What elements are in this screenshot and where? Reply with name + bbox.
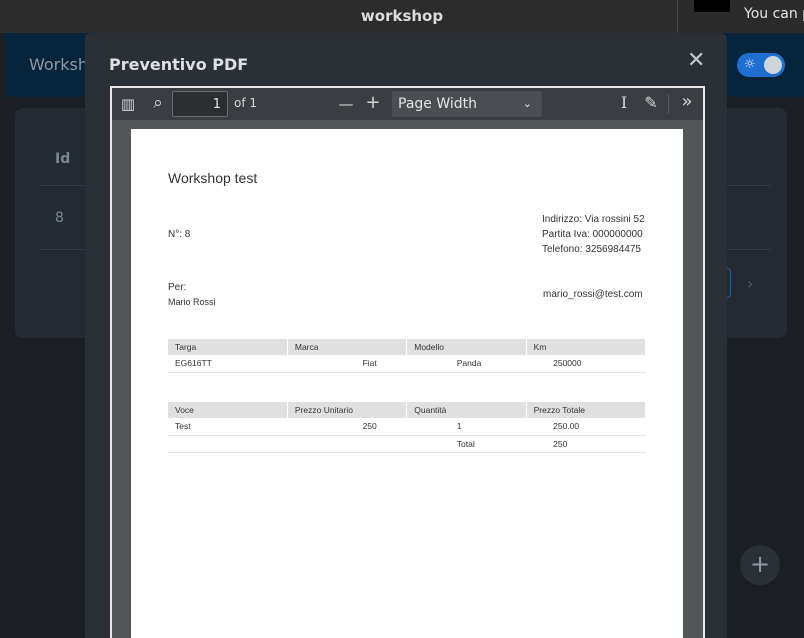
table-header-cell: Targa bbox=[168, 339, 288, 355]
vehicle-table: Targa Marca Modello Km EG616TT Fiat Pand… bbox=[168, 339, 647, 373]
column-header-id[interactable]: Id bbox=[55, 151, 70, 167]
table-header-cell: Modello bbox=[406, 339, 527, 355]
page-count: of 1 bbox=[234, 96, 258, 110]
zoom-select[interactable]: Page Width ⌄ bbox=[392, 91, 542, 117]
pdf-phone: Telefono: 3256984475 bbox=[542, 244, 641, 255]
table-row-total: Total 250 bbox=[168, 435, 646, 453]
dialog-title: Preventivo PDF bbox=[109, 55, 249, 74]
table-cell bbox=[168, 435, 288, 453]
total-label: Total bbox=[406, 435, 527, 453]
pdf-page: Workshop test N°: 8 Indirizzo: Via rossi… bbox=[131, 129, 683, 638]
zoom-out-button[interactable]: — bbox=[336, 95, 356, 113]
table-header-cell: Prezzo Totale bbox=[526, 402, 647, 418]
pdf-address: Indirizzo: Via rossini 52 bbox=[542, 214, 645, 225]
table-cell: 250 bbox=[287, 418, 407, 436]
pdf-toolbar: ▥ ⌕ of 1 — + Page Width ⌄ I ✎ » bbox=[112, 88, 703, 120]
theme-toggle[interactable]: ☼ bbox=[737, 53, 785, 77]
table-header-cell: Voce bbox=[168, 402, 288, 418]
table-header-row: Targa Marca Modello Km bbox=[168, 339, 647, 355]
toggle-knob bbox=[764, 56, 782, 74]
pdf-vat: Partita Iva: 000000000 bbox=[542, 229, 643, 240]
total-value: 250 bbox=[526, 435, 646, 453]
chevron-down-icon: ⌄ bbox=[522, 97, 532, 110]
add-button[interactable]: + bbox=[740, 545, 780, 585]
zoom-value: Page Width bbox=[398, 96, 478, 112]
zoom-in-button[interactable]: + bbox=[363, 94, 383, 112]
close-icon[interactable]: ✕ bbox=[687, 49, 705, 73]
table-cell: 250.00 bbox=[526, 418, 646, 436]
table-cell: 250000 bbox=[526, 355, 646, 373]
pdf-title: Workshop test bbox=[168, 170, 258, 186]
more-tools-icon[interactable]: » bbox=[677, 93, 697, 111]
table-header-row: Voce Prezzo Unitario Quantità Prezzo Tot… bbox=[168, 402, 647, 418]
sun-icon: ☼ bbox=[744, 57, 756, 72]
table-header-cell: Prezzo Unitario bbox=[287, 402, 408, 418]
pdf-quote-number: N°: 8 bbox=[168, 229, 191, 240]
draw-icon[interactable]: ✎ bbox=[641, 94, 661, 112]
table-header-cell: Marca bbox=[287, 339, 408, 355]
notification-icon bbox=[694, 0, 730, 12]
pdf-email: mario_rossi@test.com bbox=[543, 289, 643, 300]
table-cell bbox=[287, 435, 407, 453]
notification-text: You can p bbox=[744, 6, 804, 22]
toolbar-separator bbox=[668, 94, 669, 114]
table-header-cell: Quantità bbox=[406, 402, 527, 418]
search-icon[interactable]: ⌕ bbox=[148, 94, 168, 112]
items-table: Voce Prezzo Unitario Quantità Prezzo Tot… bbox=[168, 402, 647, 453]
table-row: EG616TT Fiat Panda 250000 bbox=[168, 355, 646, 373]
table-cell: Panda bbox=[406, 355, 527, 373]
table-row: Test 250 1 250.00 bbox=[168, 418, 646, 436]
table-cell: 1 bbox=[406, 418, 527, 436]
page-number-input[interactable] bbox=[172, 91, 228, 117]
pagination-next-icon[interactable]: › bbox=[747, 274, 753, 293]
text-select-icon[interactable]: I bbox=[614, 94, 634, 112]
table-cell: Test bbox=[168, 418, 288, 436]
table-header-cell: Km bbox=[526, 339, 647, 355]
pdf-customer-name: Mario Rossi bbox=[168, 297, 216, 307]
pdf-viewer[interactable]: ▥ ⌕ of 1 — + Page Width ⌄ I ✎ » Workshop… bbox=[110, 86, 705, 638]
sidebar-toggle-icon[interactable]: ▥ bbox=[118, 95, 138, 113]
table-cell-id[interactable]: 8 bbox=[55, 210, 64, 226]
table-cell: EG616TT bbox=[168, 355, 288, 373]
table-cell: Fiat bbox=[287, 355, 407, 373]
pdf-per-label: Per: bbox=[168, 282, 187, 293]
